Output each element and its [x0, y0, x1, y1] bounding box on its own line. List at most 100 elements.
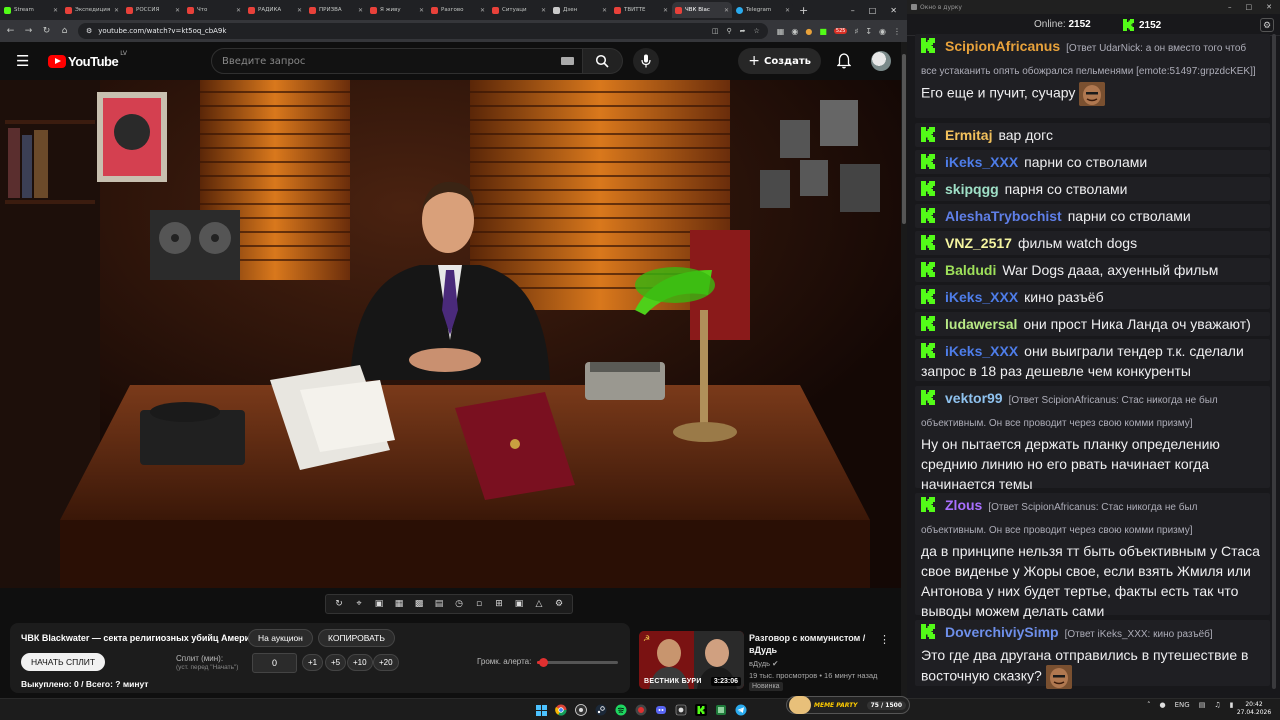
browser-tab[interactable]: ТВИТТЕ ✕	[611, 2, 671, 18]
extensions-icon[interactable]: ♯	[854, 27, 858, 36]
chat-scrollbar[interactable]	[1271, 34, 1277, 696]
browser-tab[interactable]: Экспедиция ✕	[62, 2, 122, 18]
screenshot-icon[interactable]: ▣	[512, 598, 526, 610]
home-icon[interactable]: ⌂	[60, 26, 69, 36]
alert-volume-slider[interactable]	[537, 658, 618, 667]
obs-icon[interactable]	[573, 702, 589, 718]
browser-tab[interactable]: Дзен ✕	[550, 2, 610, 18]
add-1-button[interactable]: +1	[302, 654, 324, 671]
close-icon[interactable]: ✕	[1266, 3, 1272, 11]
profile-icon[interactable]: ◉	[879, 27, 886, 36]
chat-messages[interactable]: ScipionAfricanus [Ответ UdarNick: а он вм…	[915, 34, 1270, 696]
app-icon[interactable]	[713, 702, 729, 718]
zoom-icon[interactable]: ⚲	[727, 27, 732, 35]
chat-username[interactable]: vektor99	[945, 390, 1003, 406]
video-player[interactable]	[0, 80, 901, 588]
back-icon[interactable]: ←	[6, 26, 15, 36]
extension-icon[interactable]: ●	[805, 27, 812, 36]
browser-tab[interactable]: РАДИКА ✕	[245, 2, 305, 18]
settings-icon[interactable]: ⚙	[1260, 18, 1274, 32]
app-icon[interactable]	[633, 702, 649, 718]
browser-tab[interactable]: ЧВК Blac ✕	[672, 2, 732, 18]
add-10-button[interactable]: +10	[347, 654, 373, 671]
cinema-icon[interactable]: ▫	[472, 598, 486, 610]
flask-icon[interactable]: △	[532, 598, 546, 610]
close-tab-icon[interactable]: ✕	[175, 7, 180, 14]
close-tab-icon[interactable]: ✕	[724, 7, 729, 14]
chat-username[interactable]: ScipionAfricanus	[945, 38, 1060, 54]
kick-icon[interactable]	[693, 702, 709, 718]
chat-username[interactable]: Zlous	[945, 497, 982, 513]
minimize-icon[interactable]: –	[851, 6, 855, 15]
reload-icon[interactable]: ↻	[42, 26, 51, 36]
chat-username[interactable]: Baldudi	[945, 262, 996, 278]
add-note-icon[interactable]: ⊞	[492, 598, 506, 610]
browser-tab[interactable]: Ситуаци ✕	[489, 2, 549, 18]
microphone-icon[interactable]: ●	[1160, 701, 1166, 709]
chevron-up-icon[interactable]: ˄	[1147, 701, 1151, 709]
share-icon[interactable]: ➦	[740, 27, 746, 35]
film-icon[interactable]: ▦	[392, 598, 406, 610]
add-5-button[interactable]: +5	[325, 654, 347, 671]
browser-tab[interactable]: Telegram ✕	[733, 2, 793, 18]
minimize-icon[interactable]: –	[1228, 3, 1232, 11]
chat-username[interactable]: DoverchiviySimp	[945, 624, 1059, 640]
settings-icon[interactable]: ⚙	[552, 598, 566, 610]
video-thumbnail[interactable]: ☭ ВЕСТНИК БУРИ 3:23:06	[639, 631, 744, 689]
scrollbar-thumb[interactable]	[1272, 34, 1276, 689]
chat-username[interactable]: iKeks_XXX	[945, 289, 1018, 305]
browser-tab[interactable]: Stream ✕	[1, 2, 61, 18]
chat-username[interactable]: skipqgg	[945, 181, 999, 197]
to-auction-button[interactable]: На аукцион	[248, 629, 313, 647]
chat-username[interactable]: Ermitaj	[945, 127, 992, 143]
app-icon[interactable]	[673, 702, 689, 718]
channel-name[interactable]: вДудь ✔	[749, 659, 778, 668]
voice-search-button[interactable]	[632, 48, 659, 74]
close-tab-icon[interactable]: ✕	[785, 7, 790, 14]
extension-icon[interactable]: ■	[819, 27, 827, 36]
speed-icon[interactable]: ◷	[452, 598, 466, 610]
scrollbar-thumb[interactable]	[902, 54, 906, 224]
avatar[interactable]	[871, 51, 891, 71]
spotify-icon[interactable]	[613, 702, 629, 718]
close-tab-icon[interactable]: ✕	[358, 7, 363, 14]
youtube-logo[interactable]: YouTube LV	[48, 50, 127, 69]
close-tab-icon[interactable]: ✕	[419, 7, 424, 14]
browser-tab[interactable]: РОССИЯ ✕	[123, 2, 183, 18]
close-tab-icon[interactable]: ✕	[663, 7, 668, 14]
keyboard-icon[interactable]	[560, 57, 574, 65]
subtitles-icon[interactable]: ▤	[432, 598, 446, 610]
search-input[interactable]: Введите запрос	[210, 48, 583, 74]
broadcast-icon[interactable]: ⌖	[352, 598, 366, 610]
chat-username[interactable]: iKeks_XXX	[945, 154, 1018, 170]
close-tab-icon[interactable]: ✕	[480, 7, 485, 14]
maximize-icon[interactable]: □	[869, 6, 877, 15]
recommended-video[interactable]: ☭ ВЕСТНИК БУРИ 3:23:06 Разговор с коммун…	[639, 631, 899, 693]
battery-icon[interactable]: ▮	[1230, 701, 1234, 709]
close-tab-icon[interactable]: ✕	[602, 7, 607, 14]
download-icon[interactable]: ↧	[865, 27, 872, 36]
telegram-icon[interactable]	[733, 702, 749, 718]
new-tab-button[interactable]: +	[799, 4, 808, 17]
search-button[interactable]	[582, 48, 623, 74]
chat-username[interactable]: iKeks_XXX	[945, 343, 1018, 359]
clock[interactable]: 20:42 27.04.2026	[1236, 701, 1272, 717]
picture-in-picture-icon[interactable]: ▩	[412, 598, 426, 610]
cast-icon[interactable]: ◫	[712, 27, 719, 35]
add-20-button[interactable]: +20	[373, 654, 399, 671]
more-options-icon[interactable]: ⋮	[879, 633, 890, 646]
browser-tab[interactable]: Разгово ✕	[428, 2, 488, 18]
create-button[interactable]: + Создать	[738, 48, 821, 74]
maximize-icon[interactable]: □	[1246, 3, 1253, 11]
recommended-title[interactable]: Разговор с коммунистом / вДудь	[749, 632, 879, 656]
close-tab-icon[interactable]: ✕	[297, 7, 302, 14]
extension-icon[interactable]: ▦	[777, 27, 785, 36]
steam-icon[interactable]	[593, 702, 609, 718]
extension-icon[interactable]: ◉	[791, 27, 798, 36]
discord-icon[interactable]	[653, 702, 669, 718]
volume-icon[interactable]: ♫	[1214, 701, 1220, 709]
browser-tab[interactable]: ПРИЗВА ✕	[306, 2, 366, 18]
chat-username[interactable]: ludawersal	[945, 316, 1017, 332]
forward-icon[interactable]: →	[24, 26, 33, 36]
language-indicator[interactable]: ENG	[1175, 701, 1190, 709]
